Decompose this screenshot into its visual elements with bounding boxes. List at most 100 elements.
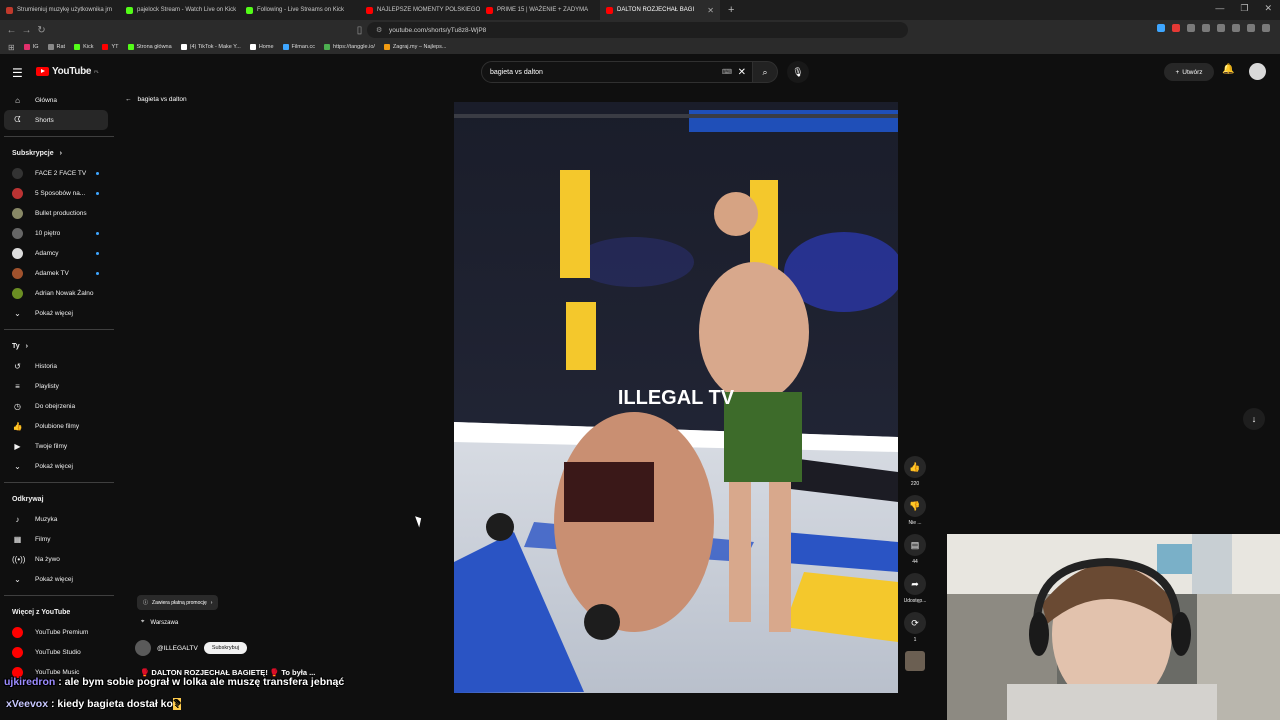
account-avatar[interactable]	[1249, 63, 1266, 80]
extension-icon[interactable]	[1202, 24, 1210, 32]
browser-tab[interactable]: Following - Live Streams on Kick	[240, 0, 360, 20]
sidebar-subscription[interactable]: FACE 2 FACE TV	[0, 163, 116, 183]
sidebar-item[interactable]: ♪ Muzyka	[0, 509, 116, 529]
sidebar-item[interactable]: ((•)) Na żywo	[0, 549, 116, 569]
url-field[interactable]: ⚙ youtube.com/shorts/yTu8z8-WjP8	[367, 22, 908, 38]
browser-tab[interactable]: Strumieniuj muzykę użytkownika jrn	[0, 0, 120, 20]
bookmark-item[interactable]: Kick	[74, 44, 93, 50]
address-bar-row: ← → ↻ ▯ ⚙ youtube.com/shorts/yTu8z8-WjP8	[0, 20, 1280, 40]
extension-icon[interactable]	[1217, 24, 1225, 32]
browser-tab[interactable]: NAJLEPSZE MOMENTY POLSKIEGO	[360, 0, 480, 20]
like-button[interactable]: 👍 220	[903, 456, 927, 487]
back-to-search-link[interactable]: ← bagieta vs dalton	[125, 96, 187, 103]
show-more-you[interactable]: ⌄ Pokaż więcej	[0, 456, 116, 476]
extension-icon[interactable]	[1232, 24, 1240, 32]
sidebar-subscription[interactable]: Bullet productions	[0, 203, 116, 223]
location-pin-icon: ⌖	[141, 619, 145, 625]
subscriptions-header[interactable]: Subskrypcje ›	[0, 143, 116, 163]
extension-icon[interactable]	[1187, 24, 1195, 32]
create-button[interactable]: + Utwórz	[1164, 63, 1214, 81]
more-title: Więcej z YouTube	[12, 608, 71, 616]
dislike-button[interactable]: 👎 Nie ...	[903, 495, 927, 526]
sidebar-item[interactable]: ᗧ Shorts	[4, 110, 108, 130]
thumbs-up-icon: 👍	[904, 456, 926, 478]
close-window-icon[interactable]: ✕	[1264, 3, 1272, 14]
sidebar-item[interactable]: ↺ Historia	[0, 356, 116, 376]
apps-icon[interactable]: ⊞	[8, 43, 15, 52]
subscribe-button[interactable]: Subskrybuj	[203, 642, 248, 654]
paid-promotion-badge[interactable]: ⓘ Zawiera płatną promocję ›	[137, 595, 219, 610]
next-short-button[interactable]: ↓	[1243, 408, 1265, 430]
sidebar-subscription[interactable]: Adamcy	[0, 243, 116, 263]
bookmark-item[interactable]: Rat	[47, 44, 65, 50]
notifications-icon[interactable]: 🔔	[1222, 64, 1234, 75]
bookmark-item[interactable]: Home	[249, 44, 274, 50]
keyboard-icon[interactable]: ⌨	[722, 68, 732, 76]
sidebar-subscription[interactable]: 5 Sposobów na...	[0, 183, 116, 203]
sidebar-subscription[interactable]: 10 piętro	[0, 223, 116, 243]
forward-icon[interactable]: →	[19, 25, 34, 36]
new-tab-button[interactable]: +	[720, 4, 742, 16]
history-icon: ↺	[14, 361, 21, 371]
comments-button[interactable]: ▤ 44	[903, 534, 927, 565]
location-tag[interactable]: ⌖ Warszawa	[141, 619, 178, 626]
share-button[interactable]: ➦ Udostęp...	[903, 573, 927, 604]
you-header[interactable]: Ty ›	[0, 336, 116, 356]
search-input[interactable]: bagieta vs dalton ⌨ ✕	[481, 61, 753, 83]
sidebar-item[interactable]: ◷ Do obejrzenia	[0, 396, 116, 416]
sidebar-item[interactable]: ▦ Filmy	[0, 529, 116, 549]
channel-avatar	[12, 207, 23, 219]
show-more-explore[interactable]: ⌄ Pokaż więcej	[0, 569, 116, 589]
sidebar-item[interactable]: ≡ Playlisty	[0, 376, 116, 396]
show-more-subscriptions[interactable]: ⌄ Pokaż więcej	[0, 303, 116, 323]
sidebar-item[interactable]: YouTube Premium	[0, 622, 116, 642]
voice-search-button[interactable]: 🎙	[787, 61, 809, 83]
sidebar-item[interactable]: YouTube Studio	[0, 642, 116, 662]
reload-icon[interactable]: ↻	[34, 25, 49, 36]
extension-icon[interactable]	[1157, 24, 1165, 32]
maximize-icon[interactable]: ❐	[1240, 3, 1248, 14]
search-button[interactable]: ⌕	[752, 61, 778, 83]
short-video-player[interactable]: ILLEGAL TV	[454, 102, 898, 693]
sidebar-item-label: 5 Sposobów na...	[35, 189, 86, 197]
remix-button[interactable]: ⟳ 1	[903, 612, 927, 643]
bookmark-icon[interactable]: ▯	[352, 25, 367, 36]
browser-tab[interactable]: pajelock Stream - Watch Live on Kick	[120, 0, 240, 20]
fortuna-banner	[566, 302, 596, 370]
bookmark-item[interactable]: IG	[23, 44, 39, 50]
clear-search-icon[interactable]: ✕	[738, 67, 746, 78]
extension-icon[interactable]	[1247, 24, 1255, 32]
browser-tab[interactable]: DALTON ROZJECHAŁ BAGI ✕	[600, 0, 720, 20]
bookmark-favicon-icon	[23, 44, 30, 50]
menu-icon[interactable]: ☰	[12, 66, 23, 80]
youtube-logo[interactable]: YouTube PL	[36, 66, 99, 77]
sidebar-item-label: Adamek TV	[35, 269, 69, 277]
extension-icon[interactable]	[1262, 24, 1270, 32]
sidebar-subscription[interactable]: Adrian Nowak Żalno	[0, 283, 116, 303]
sidebar-item[interactable]: ⌂ Główna	[0, 90, 116, 110]
like-icon: 👍	[12, 421, 23, 431]
sidebar-item[interactable]: ▶ Twoje filmy	[0, 436, 116, 456]
sidebar-item[interactable]: 👍 Polubione filmy	[0, 416, 116, 436]
close-tab-icon[interactable]: ✕	[707, 6, 714, 15]
divider	[4, 482, 114, 483]
extension-icon[interactable]	[1172, 24, 1180, 32]
bookmark-item[interactable]: Zagraj.my – Najleps...	[383, 44, 446, 50]
browser-tab[interactable]: PRIME 15 | WAŻENIE + ZADYMA	[480, 0, 600, 20]
bookmark-label: YT	[111, 44, 119, 50]
channel-avatar[interactable]	[135, 640, 151, 656]
sidebar-item-label: Muzyka	[35, 515, 58, 523]
sound-thumbnail[interactable]	[905, 651, 925, 671]
site-info-icon[interactable]: ⚙	[376, 26, 382, 34]
bookmark-item[interactable]: Strona główna	[127, 44, 172, 50]
bookmark-item[interactable]: (4) TikTok - Make Y...	[180, 44, 241, 50]
bookmark-item[interactable]: Filman.cc	[282, 44, 315, 50]
sidebar-subscription[interactable]: Adamek TV	[0, 263, 116, 283]
bookmark-item[interactable]: https://tanggle.io/	[324, 44, 375, 50]
channel-name[interactable]: @ILLEGALTV	[157, 645, 198, 652]
arrow-left-icon: ←	[125, 96, 132, 103]
back-icon[interactable]: ←	[4, 25, 19, 36]
minimize-icon[interactable]: —	[1215, 3, 1224, 14]
bookmark-item[interactable]: YT	[102, 44, 119, 50]
bookmark-favicon-icon	[383, 44, 390, 50]
